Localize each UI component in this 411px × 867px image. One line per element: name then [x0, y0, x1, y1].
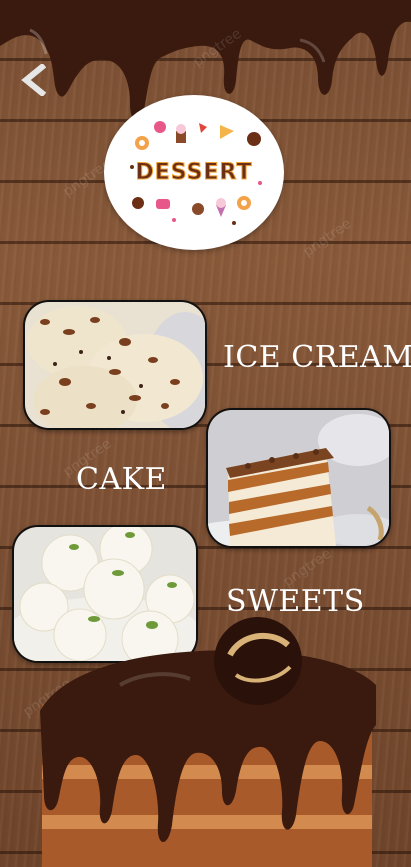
ice-cream-label[interactable]: ICE CREAM — [223, 340, 411, 375]
sweets-label[interactable]: SWEETS — [226, 584, 365, 619]
back-button[interactable] — [16, 62, 52, 98]
dessert-logo: DESSERT — [104, 95, 284, 250]
chevron-left-icon — [21, 64, 47, 96]
ice-cream-photo — [25, 302, 205, 428]
watermark: pngtree — [300, 215, 355, 261]
layer-cake-photo — [208, 410, 389, 546]
cake-label[interactable]: CAKE — [76, 462, 167, 497]
chocolate-cake-illustration — [40, 617, 376, 867]
cake-card[interactable] — [206, 408, 391, 548]
ice-cream-card[interactable] — [23, 300, 207, 430]
logo-text: DESSERT — [135, 160, 253, 186]
